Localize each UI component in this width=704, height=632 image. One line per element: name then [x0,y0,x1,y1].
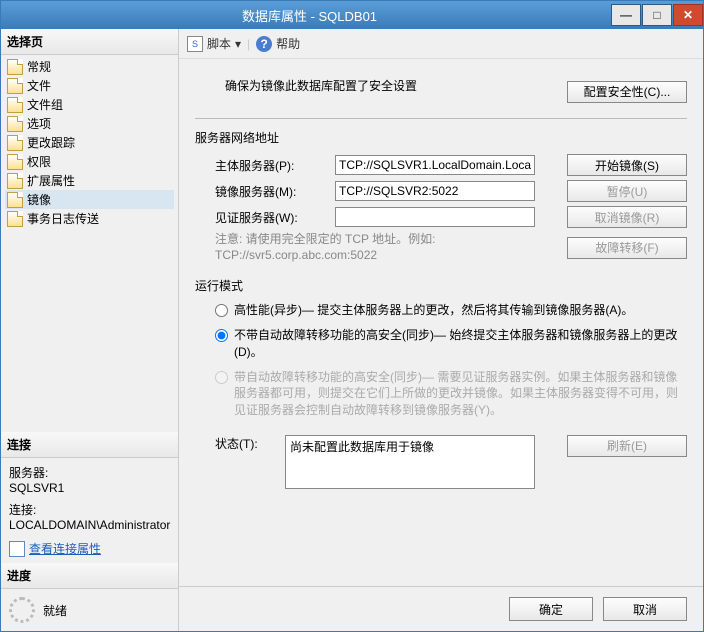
script-icon: S [187,36,203,52]
radio-sync-noauto[interactable] [215,329,228,342]
link-label: 查看连接属性 [29,540,101,557]
sidebar-header-select: 选择页 [1,29,178,55]
connection-value: LOCALDOMAIN\Administrator [9,518,170,532]
status-label: 状态(T): [215,435,275,452]
status-row: 状态(T): 尚未配置此数据库用于镜像 刷新(E) [215,435,687,489]
server-value: SQLSVR1 [9,481,170,495]
page-icon [7,59,23,75]
close-button[interactable]: ✕ [673,4,703,26]
mirror-row: 镜像服务器(M): 暂停(U) [215,180,687,202]
sidebar-item-label: 事务日志传送 [27,210,99,227]
sidebar-item-label: 选项 [27,115,51,132]
help-label: 帮助 [276,35,300,52]
window-title: 数据库属性 - SQLDB01 [9,6,610,25]
radio-sync-auto [215,371,228,384]
help-icon: ? [256,36,272,52]
sidebar-item-label: 扩展属性 [27,172,75,189]
sidebar-item-label: 权限 [27,153,51,170]
radio-sync-auto-label: 带自动故障转移功能的高安全(同步)— 需要见证服务器实例。如果主体服务器和镜像服… [234,369,687,419]
page-icon [7,78,23,94]
sidebar-item-logshipping[interactable]: 事务日志传送 [5,209,174,228]
progress-spinner-icon [9,597,35,623]
minimize-button[interactable]: — [611,4,641,26]
status-text: 尚未配置此数据库用于镜像 [285,435,535,489]
sidebar-item-permissions[interactable]: 权限 [5,152,174,171]
page-icon [7,97,23,113]
sidebar-item-extendedprops[interactable]: 扩展属性 [5,171,174,190]
security-row: 确保为镜像此数据库配置了安全设置 配置安全性(C)... [195,71,687,112]
dialog-window: 数据库属性 - SQLDB01 — □ ✕ 选择页 常规 文件 文件组 选项 更… [0,0,704,632]
connection-info: 服务器: SQLSVR1 连接: LOCALDOMAIN\Administrat… [1,458,178,563]
witness-input[interactable] [335,207,535,227]
main-panel: S 脚本 ▾ | ? 帮助 确保为镜像此数据库配置了安全设置 配置安全性(C).… [179,29,703,631]
radio-async-row[interactable]: 高性能(异步)— 提交主体服务器上的更改，然后将其传输到镜像服务器(A)。 [215,302,687,319]
witness-label: 见证服务器(W): [215,209,325,226]
page-icon [7,154,23,170]
configure-security-button[interactable]: 配置安全性(C)... [567,81,687,103]
progress-area: 就绪 [1,589,178,631]
group-mode-label: 运行模式 [195,277,687,294]
radio-sync-noauto-row[interactable]: 不带自动故障转移功能的高安全(同步)— 始终提交主体服务器和镜像服务器上的更改(… [215,327,687,361]
sidebar-item-changetracking[interactable]: 更改跟踪 [5,133,174,152]
sidebar-item-label: 文件 [27,77,51,94]
sidebar-item-general[interactable]: 常规 [5,57,174,76]
dialog-body: 选择页 常规 文件 文件组 选项 更改跟踪 权限 扩展属性 镜像 事务日志传送 … [1,29,703,631]
page-icon [7,116,23,132]
sidebar-item-options[interactable]: 选项 [5,114,174,133]
properties-icon [9,541,25,557]
sidebar-item-label: 镜像 [27,191,51,208]
failover-row: 注意: 请使用完全限定的 TCP 地址。例如: TCP://svr5.corp.… [215,232,687,263]
group-network-label: 服务器网络地址 [195,129,687,146]
radio-sync-auto-row: 带自动故障转移功能的高安全(同步)— 需要见证服务器实例。如果主体服务器和镜像服… [215,369,687,419]
security-message: 确保为镜像此数据库配置了安全设置 [225,77,417,94]
witness-row: 见证服务器(W): 取消镜像(R) [215,206,687,228]
footer: 确定 取消 [179,586,703,631]
script-label: 脚本 [207,35,231,52]
sidebar-item-label: 更改跟踪 [27,134,75,151]
sidebar-item-mirroring[interactable]: 镜像 [5,190,174,209]
mirror-input[interactable] [335,181,535,201]
sidebar-page-list: 常规 文件 文件组 选项 更改跟踪 权限 扩展属性 镜像 事务日志传送 [1,55,178,230]
sidebar-item-label: 文件组 [27,96,63,113]
sidebar-item-filegroups[interactable]: 文件组 [5,95,174,114]
radio-async-label: 高性能(异步)— 提交主体服务器上的更改，然后将其传输到镜像服务器(A)。 [234,302,687,319]
toolbar: S 脚本 ▾ | ? 帮助 [179,29,703,59]
sidebar-item-label: 常规 [27,58,51,75]
server-label: 服务器: [9,464,170,481]
help-button[interactable]: ? 帮助 [256,35,300,52]
page-icon [7,192,23,208]
radio-sync-noauto-label: 不带自动故障转移功能的高安全(同步)— 始终提交主体服务器和镜像服务器上的更改(… [234,327,687,361]
principal-row: 主体服务器(P): 开始镜像(S) [215,154,687,176]
ok-button[interactable]: 确定 [509,597,593,621]
window-buttons: — □ ✕ [610,4,703,26]
cancel-button[interactable]: 取消 [603,597,687,621]
tcp-note: 注意: 请使用完全限定的 TCP 地址。例如: TCP://svr5.corp.… [215,232,557,263]
view-connection-properties-link[interactable]: 查看连接属性 [9,540,170,557]
dropdown-icon: ▾ [235,37,241,51]
failover-button: 故障转移(F) [567,237,687,259]
content-area: 确保为镜像此数据库配置了安全设置 配置安全性(C)... 服务器网络地址 主体服… [179,59,703,586]
maximize-button[interactable]: □ [642,4,672,26]
toolbar-separator: | [247,37,250,51]
page-icon [7,135,23,151]
radio-async[interactable] [215,304,228,317]
divider [195,118,687,119]
page-icon [7,211,23,227]
sidebar-item-files[interactable]: 文件 [5,76,174,95]
sidebar-header-connection: 连接 [1,432,178,458]
pause-button: 暂停(U) [567,180,687,202]
start-mirroring-button[interactable]: 开始镜像(S) [567,154,687,176]
refresh-button: 刷新(E) [567,435,687,457]
titlebar: 数据库属性 - SQLDB01 — □ ✕ [1,1,703,29]
cancel-mirroring-button: 取消镜像(R) [567,206,687,228]
mirror-label: 镜像服务器(M): [215,183,325,200]
page-icon [7,173,23,189]
progress-text: 就绪 [43,602,67,619]
script-button[interactable]: S 脚本 ▾ [187,35,241,52]
principal-input[interactable] [335,155,535,175]
connection-label: 连接: [9,501,170,518]
principal-label: 主体服务器(P): [215,157,325,174]
sidebar: 选择页 常规 文件 文件组 选项 更改跟踪 权限 扩展属性 镜像 事务日志传送 … [1,29,179,631]
sidebar-header-progress: 进度 [1,563,178,589]
